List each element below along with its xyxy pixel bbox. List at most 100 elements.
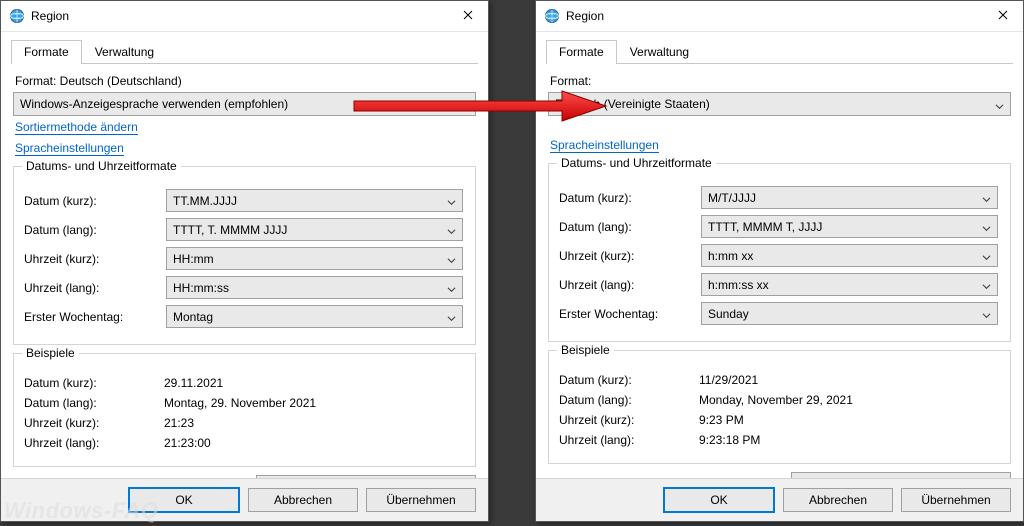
apply-button[interactable]: Übernehmen xyxy=(901,488,1011,512)
format-label: Format: Deutsch (Deutschland) xyxy=(15,74,474,88)
time-long-label: Uhrzeit (lang): xyxy=(559,278,699,292)
time-long-dropdown[interactable]: h:mm:ss xx xyxy=(701,273,998,296)
titlebar[interactable]: Region xyxy=(1,1,488,32)
chevron-down-icon xyxy=(447,225,456,234)
time-long-label: Uhrzeit (lang): xyxy=(24,281,164,295)
ok-button[interactable]: OK xyxy=(128,487,240,513)
ex-date-short-value: 29.11.2021 xyxy=(164,376,223,390)
date-long-label: Datum (lang): xyxy=(559,220,699,234)
window-title: Region xyxy=(566,9,604,23)
date-long-value: TTTT, MMMM T, JJJJ xyxy=(708,220,976,234)
ex-time-short-label: Uhrzeit (kurz): xyxy=(559,413,699,427)
close-button[interactable] xyxy=(448,1,488,31)
examples-group: Beispiele Datum (kurz):11/29/2021 Datum … xyxy=(548,350,1011,464)
chevron-down-icon xyxy=(447,283,456,292)
chevron-down-icon xyxy=(460,100,469,109)
date-long-label: Datum (lang): xyxy=(24,223,164,237)
ex-date-long-label: Datum (lang): xyxy=(559,393,699,407)
ex-time-long-value: 21:23:00 xyxy=(164,436,211,450)
cancel-button[interactable]: Abbrechen xyxy=(248,488,358,512)
cancel-button[interactable]: Abbrechen xyxy=(783,488,893,512)
language-settings-link[interactable]: Spracheinstellungen xyxy=(15,141,124,156)
date-short-value: TT.MM.JJJJ xyxy=(173,194,441,208)
tabstrip: Formate Verwaltung xyxy=(11,40,478,64)
format-dropdown[interactable]: Windows-Anzeigesprache verwenden (empfoh… xyxy=(13,92,476,116)
dialog-footer: OK Abbrechen Übernehmen xyxy=(536,478,1023,521)
titlebar[interactable]: Region xyxy=(536,1,1023,32)
globe-icon xyxy=(9,8,25,24)
date-long-dropdown[interactable]: TTTT, MMMM T, JJJJ xyxy=(701,215,998,238)
time-short-label: Uhrzeit (kurz): xyxy=(559,249,699,263)
chevron-down-icon xyxy=(982,222,991,231)
examples-group: Beispiele Datum (kurz):29.11.2021 Datum … xyxy=(13,353,476,467)
first-weekday-value: Sunday xyxy=(708,307,976,321)
date-short-value: M/T/JJJJ xyxy=(708,191,976,205)
first-weekday-dropdown[interactable]: Sunday xyxy=(701,302,998,325)
ex-date-long-label: Datum (lang): xyxy=(24,396,164,410)
format-dropdown-value: Englisch (Vereinigte Staaten) xyxy=(555,97,989,111)
language-settings-link[interactable]: Spracheinstellungen xyxy=(550,138,659,153)
ex-time-short-value: 21:23 xyxy=(164,416,194,430)
date-long-dropdown[interactable]: TTTT, T. MMMM JJJJ xyxy=(166,218,463,241)
chevron-down-icon xyxy=(447,196,456,205)
ex-time-long-value: 9:23:18 PM xyxy=(699,433,760,447)
date-time-formats-group: Datums- und Uhrzeitformate Datum (kurz):… xyxy=(13,166,476,345)
ex-date-short-value: 11/29/2021 xyxy=(699,373,758,387)
time-short-label: Uhrzeit (kurz): xyxy=(24,252,164,266)
chevron-down-icon xyxy=(447,312,456,321)
chevron-down-icon xyxy=(982,193,991,202)
time-short-value: h:mm xx xyxy=(708,249,976,263)
sort-method-link[interactable]: Sortiermethode ändern xyxy=(15,120,138,135)
ex-time-short-value: 9:23 PM xyxy=(699,413,744,427)
time-long-value: HH:mm:ss xyxy=(173,281,441,295)
time-long-dropdown[interactable]: HH:mm:ss xyxy=(166,276,463,299)
ex-date-long-value: Montag, 29. November 2021 xyxy=(164,396,316,410)
window-title: Region xyxy=(31,9,69,23)
ok-button[interactable]: OK xyxy=(663,487,775,513)
tab-admin[interactable]: Verwaltung xyxy=(617,40,702,64)
close-button[interactable] xyxy=(983,1,1023,31)
tab-admin[interactable]: Verwaltung xyxy=(82,40,167,64)
tab-formats[interactable]: Formate xyxy=(546,40,617,64)
ex-time-long-label: Uhrzeit (lang): xyxy=(559,433,699,447)
date-short-dropdown[interactable]: TT.MM.JJJJ xyxy=(166,189,463,212)
ex-time-long-label: Uhrzeit (lang): xyxy=(24,436,164,450)
ex-time-short-label: Uhrzeit (kurz): xyxy=(24,416,164,430)
close-icon xyxy=(998,9,1008,23)
chevron-down-icon xyxy=(982,309,991,318)
chevron-down-icon xyxy=(995,100,1004,109)
close-icon xyxy=(463,9,473,23)
first-weekday-dropdown[interactable]: Montag xyxy=(166,305,463,328)
tab-formats[interactable]: Formate xyxy=(11,40,82,64)
date-time-formats-group: Datums- und Uhrzeitformate Datum (kurz):… xyxy=(548,163,1011,342)
apply-button[interactable]: Übernehmen xyxy=(366,488,476,512)
first-weekday-label: Erster Wochentag: xyxy=(24,310,164,324)
chevron-down-icon xyxy=(447,254,456,263)
chevron-down-icon xyxy=(982,280,991,289)
date-long-value: TTTT, T. MMMM JJJJ xyxy=(173,223,441,237)
format-dropdown-value: Windows-Anzeigesprache verwenden (empfoh… xyxy=(20,97,454,111)
group-legend: Datums- und Uhrzeitformate xyxy=(22,159,181,173)
ex-date-short-label: Datum (kurz): xyxy=(24,376,164,390)
tabstrip: Formate Verwaltung xyxy=(546,40,1013,64)
region-window-right: Region Formate Verwaltung Format: Englis… xyxy=(535,0,1024,522)
ex-date-short-label: Datum (kurz): xyxy=(559,373,699,387)
first-weekday-value: Montag xyxy=(173,310,441,324)
region-window-left: Region Formate Verwaltung Format: Deutsc… xyxy=(0,0,489,522)
group-legend: Datums- und Uhrzeitformate xyxy=(557,156,716,170)
time-short-dropdown[interactable]: h:mm xx xyxy=(701,244,998,267)
date-short-label: Datum (kurz): xyxy=(24,194,164,208)
chevron-down-icon xyxy=(982,251,991,260)
time-long-value: h:mm:ss xx xyxy=(708,278,976,292)
date-short-dropdown[interactable]: M/T/JJJJ xyxy=(701,186,998,209)
first-weekday-label: Erster Wochentag: xyxy=(559,307,699,321)
time-short-dropdown[interactable]: HH:mm xyxy=(166,247,463,270)
time-short-value: HH:mm xyxy=(173,252,441,266)
format-label: Format: xyxy=(550,74,1009,88)
globe-icon xyxy=(544,8,560,24)
format-dropdown[interactable]: Englisch (Vereinigte Staaten) xyxy=(548,92,1011,116)
ex-date-long-value: Monday, November 29, 2021 xyxy=(699,393,853,407)
dialog-footer: OK Abbrechen Übernehmen xyxy=(1,478,488,521)
date-short-label: Datum (kurz): xyxy=(559,191,699,205)
examples-legend: Beispiele xyxy=(557,343,614,357)
